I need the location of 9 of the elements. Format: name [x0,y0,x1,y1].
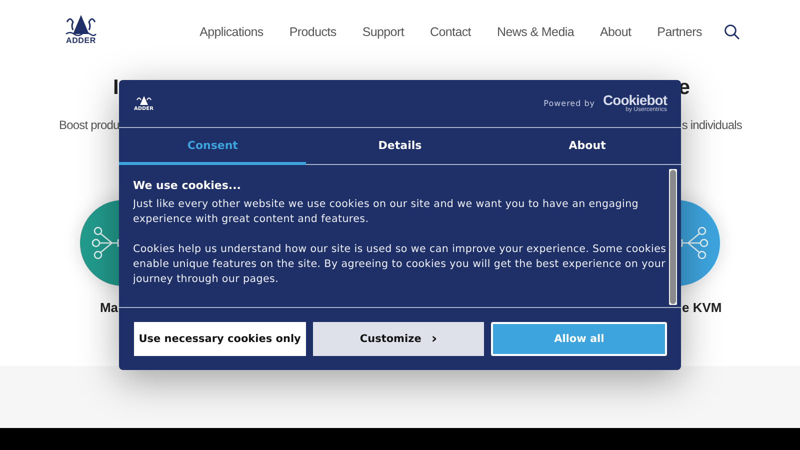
chevron-icon: › [431,331,438,347]
intro-text: s individuals [682,118,742,132]
heading-text: I [113,76,119,101]
powered-by-text: Powered by [544,99,596,108]
card-title: e KVM [682,300,722,315]
dialog-title: We use cookies... [133,179,242,192]
card-title: Ma [100,300,118,315]
intro-text: Boost produ [59,118,120,132]
paragraph: Cookies help us understand how our site is used so we can improve your experience. Some cookies enable unique features on the site. By agreeing to cookies you will get the best experience on your journey through our pages. [133,242,668,287]
